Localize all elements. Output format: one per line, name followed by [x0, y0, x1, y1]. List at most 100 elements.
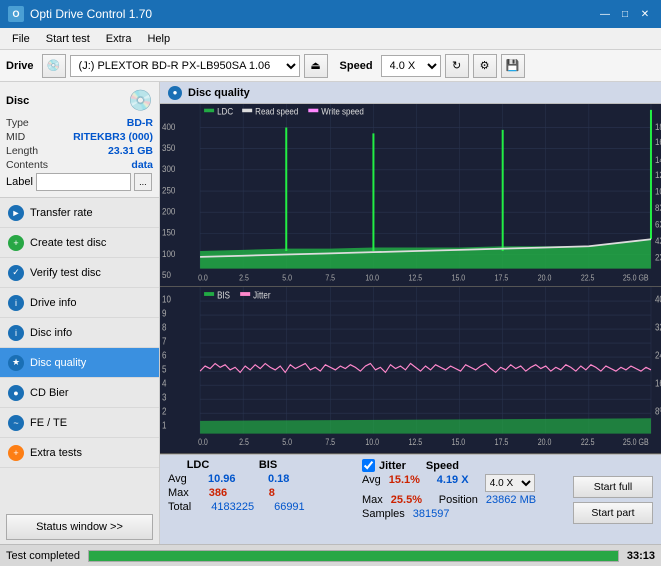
minimize-button[interactable]: — — [597, 6, 613, 22]
menu-file[interactable]: File — [4, 31, 38, 47]
sidebar-item-verify-test[interactable]: ✓ Verify test disc — [0, 258, 159, 288]
close-button[interactable]: ✕ — [637, 6, 653, 22]
start-part-button[interactable]: Start part — [573, 502, 653, 524]
mid-label: MID — [6, 131, 25, 143]
samples-label: Samples — [362, 508, 405, 520]
svg-text:25.0 GB: 25.0 GB — [623, 273, 649, 283]
sidebar-item-fe-te[interactable]: ~ FE / TE — [0, 408, 159, 438]
sidebar-item-drive-info[interactable]: i Drive info — [0, 288, 159, 318]
disc-mid-row: MID RITEKBR3 (000) — [6, 131, 153, 143]
svg-text:2X: 2X — [655, 252, 661, 263]
drive-select[interactable]: (J:) PLEXTOR BD-R PX-LB950SA 1.06 — [70, 55, 300, 77]
avg-bis: 0.18 — [268, 473, 308, 485]
titlebar: O Opti Drive Control 1.70 — □ ✕ — [0, 0, 661, 28]
disc-quality-header: ● Disc quality — [160, 82, 661, 104]
svg-text:300: 300 — [162, 164, 175, 175]
content-area: ● Disc quality — [160, 82, 661, 544]
label-input[interactable] — [36, 173, 131, 191]
max-bis: 8 — [269, 487, 309, 499]
mid-value: RITEKBR3 (000) — [73, 131, 153, 143]
fe-te-label: FE / TE — [30, 417, 67, 429]
sidebar-item-disc-quality[interactable]: ★ Disc quality — [0, 348, 159, 378]
svg-text:9: 9 — [162, 308, 166, 319]
sidebar-item-extra-tests[interactable]: + Extra tests — [0, 438, 159, 468]
speed-label: Speed — [340, 60, 373, 72]
svg-text:6X: 6X — [655, 219, 661, 230]
sidebar-item-disc-info[interactable]: i Disc info — [0, 318, 159, 348]
save-button[interactable]: 💾 — [501, 54, 525, 78]
menu-help[interactable]: Help — [139, 31, 178, 47]
bis-header: BIS — [248, 459, 288, 471]
drive-icon-button[interactable]: 💿 — [42, 54, 66, 78]
svg-text:10: 10 — [162, 294, 171, 305]
main-layout: Disc 💿 Type BD-R MID RITEKBR3 (000) Leng… — [0, 82, 661, 544]
svg-text:17.5: 17.5 — [495, 273, 509, 283]
svg-text:20.0: 20.0 — [538, 438, 552, 448]
type-value: BD-R — [127, 117, 153, 129]
sidebar-item-transfer-rate[interactable]: ► Transfer rate — [0, 198, 159, 228]
speed-select[interactable]: 4.0 X — [381, 55, 441, 77]
svg-text:200: 200 — [162, 206, 175, 217]
max-label: Max — [168, 487, 189, 499]
svg-text:6: 6 — [162, 350, 166, 361]
svg-text:7: 7 — [162, 336, 166, 347]
extra-tests-icon: + — [8, 445, 24, 461]
extra-tests-label: Extra tests — [30, 447, 82, 459]
speed-stat-select[interactable]: 4.0 X — [485, 474, 535, 492]
sidebar: Disc 💿 Type BD-R MID RITEKBR3 (000) Leng… — [0, 82, 160, 544]
drive-toolbar: Drive 💿 (J:) PLEXTOR BD-R PX-LB950SA 1.0… — [0, 50, 661, 82]
menu-extra[interactable]: Extra — [98, 31, 140, 47]
svg-text:0.0: 0.0 — [198, 438, 208, 448]
total-bis: 66991 — [274, 501, 314, 513]
type-label: Type — [6, 117, 29, 129]
avg-jitter: 15.1% — [389, 474, 429, 492]
svg-text:12.5: 12.5 — [408, 273, 422, 283]
svg-text:16%: 16% — [655, 378, 661, 389]
avg-speed: 4.19 X — [437, 474, 477, 492]
avg-jitter-label: Avg — [362, 474, 381, 492]
status-window-button[interactable]: Status window >> — [6, 514, 153, 540]
sidebar-item-cd-bier[interactable]: ● CD Bier — [0, 378, 159, 408]
cd-bier-icon: ● — [8, 385, 24, 401]
svg-text:100: 100 — [162, 248, 175, 259]
svg-text:40%: 40% — [655, 294, 661, 305]
svg-text:8: 8 — [162, 322, 166, 333]
svg-text:350: 350 — [162, 142, 175, 153]
drive-info-icon: i — [8, 295, 24, 311]
start-full-button[interactable]: Start full — [573, 476, 653, 498]
svg-text:24%: 24% — [655, 350, 661, 361]
svg-text:18X: 18X — [655, 121, 661, 132]
maximize-button[interactable]: □ — [617, 6, 633, 22]
transfer-rate-icon: ► — [8, 205, 24, 221]
jitter-header: Jitter — [379, 460, 406, 472]
svg-text:12.5: 12.5 — [408, 438, 422, 448]
eject-button[interactable]: ⏏ — [304, 54, 328, 78]
svg-text:Read speed: Read speed — [255, 106, 298, 117]
svg-text:400: 400 — [162, 121, 175, 132]
svg-text:16X: 16X — [655, 137, 661, 148]
disc-quality-icon: ★ — [8, 355, 24, 371]
disc-length-row: Length 23.31 GB — [6, 145, 153, 157]
svg-text:8X: 8X — [655, 202, 661, 213]
speed-stat-header: Speed — [426, 460, 459, 472]
pos-label: Position — [439, 494, 478, 506]
jitter-checkbox[interactable] — [362, 459, 375, 472]
bis-chart: 10 9 8 7 6 5 4 3 2 1 40% 32% 24% 16% 8% … — [160, 287, 661, 454]
svg-text:150: 150 — [162, 227, 175, 238]
contents-label: Contents — [6, 159, 48, 171]
label-button[interactable]: ... — [134, 173, 152, 191]
menu-start-test[interactable]: Start test — [38, 31, 98, 47]
svg-text:32%: 32% — [655, 322, 661, 333]
refresh-button[interactable]: ↻ — [445, 54, 469, 78]
verify-test-icon: ✓ — [8, 265, 24, 281]
svg-text:2.5: 2.5 — [239, 438, 249, 448]
verify-test-label: Verify test disc — [30, 267, 101, 279]
settings-button[interactable]: ⚙ — [473, 54, 497, 78]
sidebar-item-create-test[interactable]: + Create test disc — [0, 228, 159, 258]
svg-text:2: 2 — [162, 406, 166, 417]
svg-text:22.5: 22.5 — [581, 273, 595, 283]
svg-text:5.0: 5.0 — [282, 438, 292, 448]
max-ldc: 386 — [209, 487, 249, 499]
nav-items: ► Transfer rate + Create test disc ✓ Ver… — [0, 198, 159, 510]
svg-text:10.0: 10.0 — [365, 273, 379, 283]
